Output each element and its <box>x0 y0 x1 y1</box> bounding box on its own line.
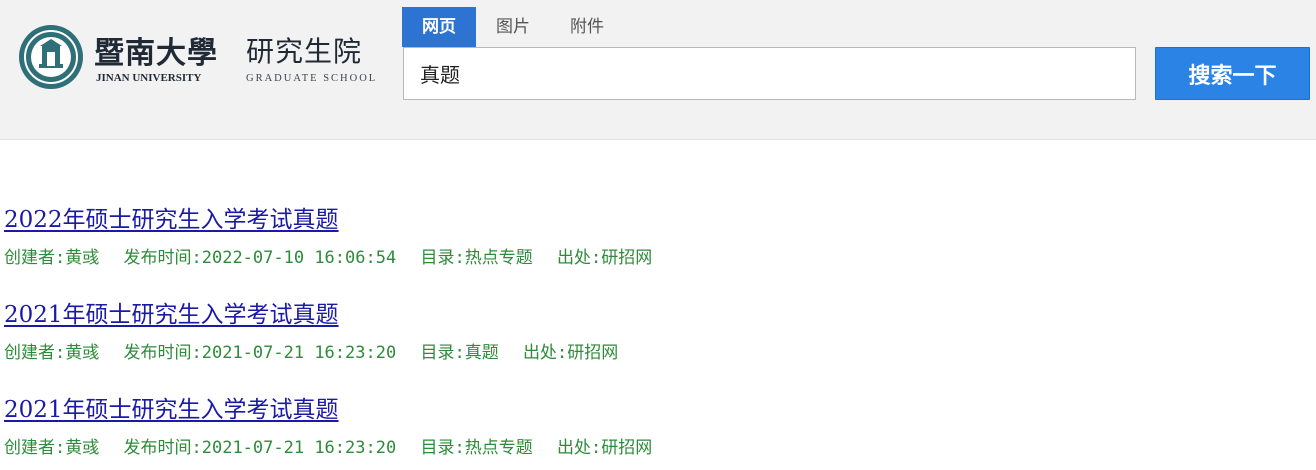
result-source: 出处:研招网 <box>522 343 619 363</box>
search-button[interactable]: 搜索一下 <box>1155 47 1310 100</box>
result-creator: 创建者:黄彧 <box>4 438 100 458</box>
search-results: 2022年硕士研究生入学考试真题 创建者:黄彧 发布时间:2022-07-10 … <box>4 200 1304 470</box>
result-source: 出处:研招网 <box>556 438 653 458</box>
result-category: 目录:真题 <box>420 343 499 363</box>
tab-web[interactable]: 网页 <box>402 7 476 47</box>
result-title-link[interactable]: 2021年硕士研究生入学考试真题 <box>4 295 339 335</box>
site-logo[interactable]: 暨南大學 JINAN UNIVERSITY 研究生院 GRADUATE SCHO… <box>18 22 390 94</box>
result-title-link[interactable]: 2021年硕士研究生入学考试真题 <box>4 390 339 430</box>
result-creator: 创建者:黄彧 <box>4 248 100 268</box>
result-category: 目录:热点专题 <box>420 438 533 458</box>
result-item: 2021年硕士研究生入学考试真题 创建者:黄彧 发布时间:2021-07-21 … <box>4 390 1304 470</box>
result-creator: 创建者:黄彧 <box>4 343 100 363</box>
result-meta: 创建者:黄彧 发布时间:2022-07-10 16:06:54 目录:热点专题 … <box>4 243 1304 268</box>
tab-images[interactable]: 图片 <box>476 7 550 47</box>
school-name-cn: 研究生院 <box>246 35 363 68</box>
university-seal-icon <box>19 25 83 89</box>
search-input[interactable] <box>403 47 1136 100</box>
result-meta: 创建者:黄彧 发布时间:2021-07-21 16:23:20 目录:真题 出处… <box>4 338 1304 363</box>
university-name-cn: 暨南大學 <box>94 36 218 71</box>
result-published: 发布时间:2022-07-10 16:06:54 <box>123 248 397 268</box>
school-name-en: GRADUATE SCHOOL <box>246 73 378 84</box>
result-item: 2021年硕士研究生入学考试真题 创建者:黄彧 发布时间:2021-07-21 … <box>4 295 1304 390</box>
result-meta: 创建者:黄彧 发布时间:2021-07-21 16:23:20 目录:热点专题 … <box>4 433 1304 458</box>
search-tabs: 网页 图片 附件 <box>402 7 624 47</box>
result-item: 2022年硕士研究生入学考试真题 创建者:黄彧 发布时间:2022-07-10 … <box>4 200 1304 295</box>
result-published: 发布时间:2021-07-21 16:23:20 <box>123 438 397 458</box>
result-source: 出处:研招网 <box>556 248 653 268</box>
site-header: 暨南大學 JINAN UNIVERSITY 研究生院 GRADUATE SCHO… <box>0 0 1316 140</box>
university-name-en: JINAN UNIVERSITY <box>96 72 202 84</box>
result-category: 目录:热点专题 <box>420 248 533 268</box>
result-title-link[interactable]: 2022年硕士研究生入学考试真题 <box>4 200 339 240</box>
result-published: 发布时间:2021-07-21 16:23:20 <box>123 343 397 363</box>
tab-attachments[interactable]: 附件 <box>550 7 624 47</box>
